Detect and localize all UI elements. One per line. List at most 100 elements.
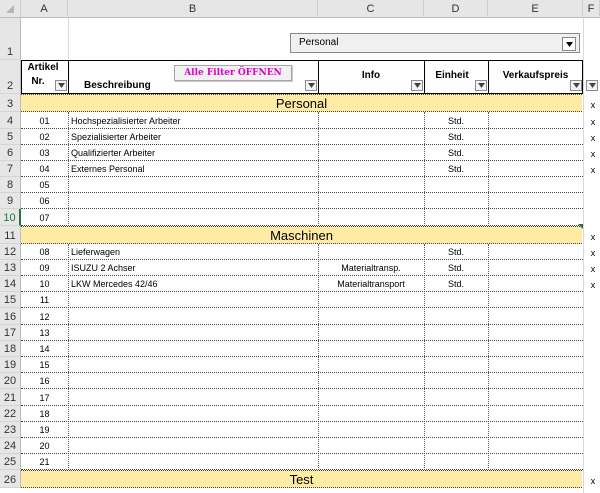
cell-einheit[interactable] [424, 357, 488, 373]
cell-einheit[interactable]: Std. [424, 145, 488, 161]
cell-artikel-nr[interactable]: 03 [21, 145, 68, 161]
cell-beschreibung[interactable]: Lieferwagen [71, 244, 316, 260]
cell-artikel-nr[interactable]: 06 [21, 193, 68, 209]
cell-einheit[interactable]: Std. [424, 112, 488, 129]
column-header-c[interactable]: C [318, 0, 424, 18]
cell-info[interactable] [318, 308, 424, 325]
cell-beschreibung[interactable] [71, 422, 316, 438]
cell-artikel-nr[interactable]: 13 [21, 325, 68, 341]
cell-beschreibung[interactable]: Externes Personal [71, 161, 316, 177]
cell-beschreibung[interactable] [71, 341, 316, 357]
cell-beschreibung[interactable]: ISUZU 2 Achser [71, 260, 316, 276]
cell-einheit[interactable]: Std. [424, 276, 488, 292]
cell-einheit[interactable] [424, 438, 488, 454]
cell-einheit[interactable] [424, 325, 488, 341]
row-number[interactable]: 24 [0, 438, 21, 454]
cell-verkaufspreis[interactable] [488, 438, 583, 454]
cell-einheit[interactable]: Std. [424, 129, 488, 145]
row-number[interactable]: 2 [0, 60, 21, 94]
filter-einheit-button[interactable] [475, 80, 487, 91]
cell-verkaufspreis[interactable] [488, 406, 583, 422]
cell-verkaufspreis[interactable] [488, 244, 583, 260]
cell-einheit[interactable] [424, 389, 488, 406]
cell-verkaufspreis[interactable] [488, 341, 583, 357]
cell-verkaufspreis[interactable] [488, 161, 583, 177]
cell-info[interactable] [318, 244, 424, 260]
cell-info[interactable] [318, 161, 424, 177]
cell-beschreibung[interactable] [71, 193, 316, 209]
cell-info[interactable] [318, 389, 424, 406]
cell-einheit[interactable] [424, 308, 488, 325]
filter-verkaufspreis-button[interactable] [570, 80, 582, 91]
cell-info[interactable] [318, 373, 424, 389]
cell-verkaufspreis[interactable] [488, 422, 583, 438]
cell-artikel-nr[interactable]: 11 [21, 292, 68, 308]
cell-beschreibung[interactable] [71, 373, 316, 389]
cell-verkaufspreis[interactable] [488, 454, 583, 470]
cell-einheit[interactable] [424, 292, 488, 308]
cell-info[interactable] [318, 292, 424, 308]
cell-verkaufspreis[interactable] [488, 177, 583, 193]
cell-beschreibung[interactable]: Spezialisierter Arbeiter [71, 129, 316, 145]
cell-verkaufspreis[interactable] [488, 373, 583, 389]
cell-einheit[interactable] [424, 422, 488, 438]
row-number[interactable]: 6 [0, 145, 21, 161]
cell-verkaufspreis[interactable] [488, 193, 583, 209]
row-number[interactable]: 5 [0, 129, 21, 145]
cell-artikel-nr[interactable]: 18 [21, 406, 68, 422]
cell-einheit[interactable] [424, 177, 488, 193]
cell-artikel-nr[interactable]: 07 [21, 209, 68, 226]
cell-artikel-nr[interactable]: 05 [21, 177, 68, 193]
cell-verkaufspreis[interactable] [488, 276, 583, 292]
cell-einheit[interactable]: Std. [424, 260, 488, 276]
filter-info-button[interactable] [411, 80, 423, 91]
cell-beschreibung[interactable] [71, 325, 316, 341]
row-number[interactable]: 8 [0, 177, 21, 193]
cell-info[interactable] [318, 422, 424, 438]
row-number[interactable]: 4 [0, 112, 21, 129]
column-header-f[interactable]: F [583, 0, 600, 18]
cell-beschreibung[interactable] [71, 389, 316, 406]
row-number[interactable]: 3 [0, 94, 21, 112]
cell-artikel-nr[interactable]: 15 [21, 357, 68, 373]
filter-f-button[interactable] [586, 80, 598, 91]
row-number[interactable]: 22 [0, 406, 21, 422]
cell-verkaufspreis[interactable] [488, 129, 583, 145]
row-number[interactable]: 16 [0, 308, 21, 325]
alle-filter-oeffnen-button[interactable]: Alle Filter ÖFFNEN [174, 65, 292, 81]
cell-einheit[interactable] [424, 454, 488, 470]
cell-info[interactable] [318, 325, 424, 341]
row-number[interactable]: 20 [0, 373, 21, 389]
cell-info[interactable] [318, 341, 424, 357]
cell-einheit[interactable] [424, 209, 488, 226]
row-number[interactable]: 15 [0, 292, 21, 308]
cell-verkaufspreis[interactable] [488, 209, 583, 226]
column-header-b[interactable]: B [68, 0, 318, 18]
cell-einheit[interactable] [424, 193, 488, 209]
cell-verkaufspreis[interactable] [488, 292, 583, 308]
cell-einheit[interactable] [424, 373, 488, 389]
cell-verkaufspreis[interactable] [488, 389, 583, 406]
column-header-d[interactable]: D [424, 0, 488, 18]
cell-artikel-nr[interactable]: 02 [21, 129, 68, 145]
row-number[interactable]: 25 [0, 454, 21, 470]
cell-artikel-nr[interactable]: 17 [21, 389, 68, 406]
cell-verkaufspreis[interactable] [488, 308, 583, 325]
cell-beschreibung[interactable] [71, 357, 316, 373]
cell-artikel-nr[interactable]: 14 [21, 341, 68, 357]
cell-info[interactable] [318, 177, 424, 193]
cell-info[interactable] [318, 454, 424, 470]
cell-artikel-nr[interactable]: 20 [21, 438, 68, 454]
select-all-corner[interactable] [0, 0, 21, 18]
row-number[interactable]: 21 [0, 389, 21, 406]
cell-einheit[interactable]: Std. [424, 244, 488, 260]
column-header-a[interactable]: A [21, 0, 68, 18]
cell-beschreibung[interactable] [71, 406, 316, 422]
row-number[interactable]: 17 [0, 325, 21, 341]
cell-beschreibung[interactable]: Hochspezialisierter Arbeiter [71, 112, 316, 129]
category-dropdown[interactable]: Personal [290, 33, 580, 53]
row-number[interactable]: 26 [0, 470, 21, 488]
cell-verkaufspreis[interactable] [488, 357, 583, 373]
cell-beschreibung[interactable] [71, 438, 316, 454]
row-number[interactable]: 9 [0, 193, 21, 209]
